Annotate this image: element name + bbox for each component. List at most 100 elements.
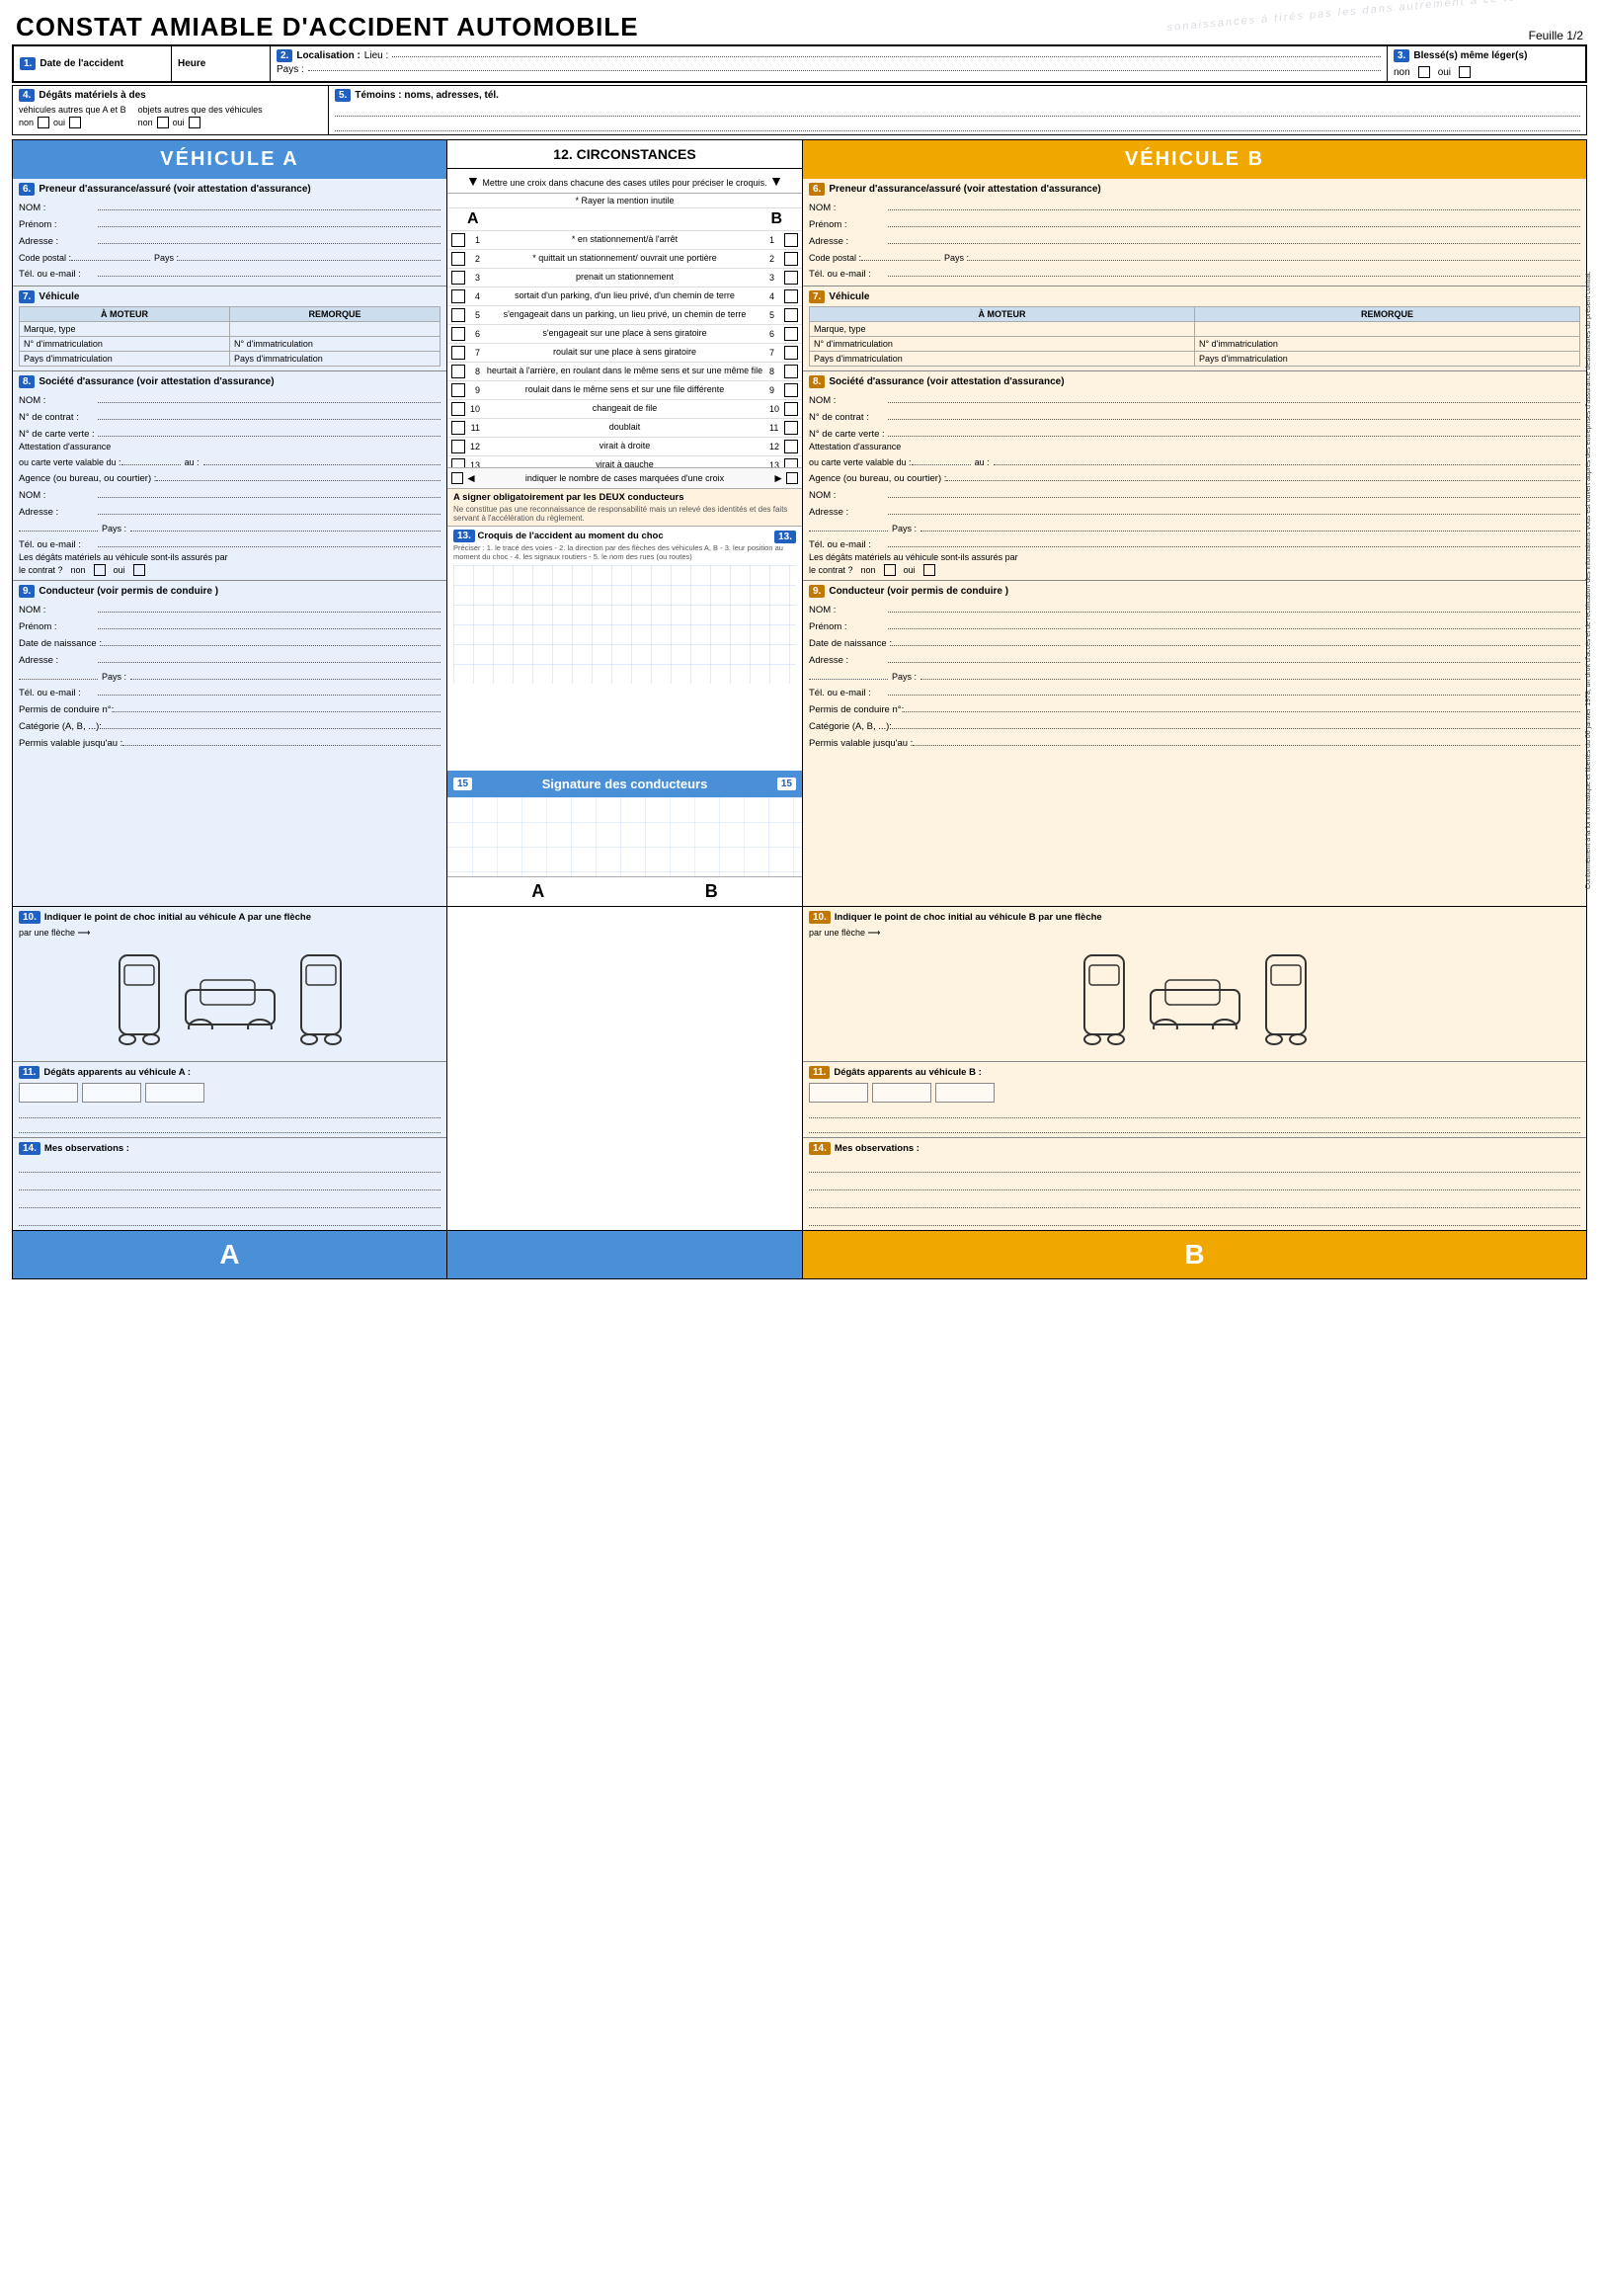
s8-pays-a-in[interactable] bbox=[130, 520, 440, 532]
s8-pays-b-in[interactable] bbox=[920, 520, 1580, 532]
au-a-in[interactable] bbox=[203, 453, 440, 465]
circ-cb-right-9[interactable] bbox=[784, 383, 798, 397]
s9-permis-a-in[interactable] bbox=[114, 700, 440, 712]
s9-pays-b-in[interactable] bbox=[920, 668, 1580, 680]
s8-nom-a-in[interactable] bbox=[98, 391, 440, 403]
degats-oui1-cb[interactable] bbox=[69, 117, 81, 128]
circ-cb-left-11[interactable] bbox=[451, 421, 465, 435]
lieu-value[interactable] bbox=[392, 56, 1381, 57]
total-cb-right[interactable] bbox=[786, 472, 798, 484]
agence-b-in[interactable] bbox=[946, 469, 1580, 481]
au-b-in[interactable] bbox=[994, 453, 1580, 465]
temoins-line1[interactable] bbox=[335, 105, 1580, 117]
pays-a2-input[interactable] bbox=[179, 249, 440, 261]
s9-pays-a-in[interactable] bbox=[130, 668, 440, 680]
circ-cb-right-7[interactable] bbox=[784, 346, 798, 360]
pays-b2-input[interactable] bbox=[969, 249, 1580, 261]
pays-immat-b[interactable]: Pays d'immatriculation bbox=[810, 352, 1195, 367]
agence-a-in[interactable] bbox=[156, 469, 440, 481]
pays-immat-a-r[interactable]: Pays d'immatriculation bbox=[230, 352, 440, 367]
circ-cb-left-1[interactable] bbox=[451, 233, 465, 247]
marque-a[interactable]: Marque, type bbox=[20, 322, 230, 337]
degats-b-box2[interactable] bbox=[872, 1083, 931, 1103]
degats-a-box1[interactable] bbox=[19, 1083, 78, 1103]
valable-du-b-in[interactable] bbox=[912, 453, 971, 465]
circ-cb-left-9[interactable] bbox=[451, 383, 465, 397]
prenom-b-input[interactable] bbox=[888, 215, 1580, 227]
s9-prenom-b-in[interactable] bbox=[888, 617, 1580, 629]
s8-tel-b-in[interactable] bbox=[888, 535, 1580, 547]
s8-nom2-a-in[interactable] bbox=[98, 486, 440, 498]
s8-adr-a-in[interactable] bbox=[98, 503, 440, 515]
s8-carte-b-in[interactable] bbox=[888, 425, 1580, 437]
s8-non-b-cb[interactable] bbox=[884, 564, 896, 576]
adresse-a-input[interactable] bbox=[98, 232, 440, 244]
circ-cb-left-2[interactable] bbox=[451, 252, 465, 266]
circ-cb-right-2[interactable] bbox=[784, 252, 798, 266]
blesse-oui-cb[interactable] bbox=[1459, 66, 1471, 78]
pays-value[interactable] bbox=[308, 70, 1381, 71]
degats-b-box3[interactable] bbox=[935, 1083, 995, 1103]
valable-du-a-in[interactable] bbox=[121, 453, 181, 465]
s9-tel-a-in[interactable] bbox=[98, 684, 440, 696]
obs-a-line1[interactable] bbox=[19, 1159, 440, 1173]
circ-cb-left-6[interactable] bbox=[451, 327, 465, 341]
circ-cb-right-8[interactable] bbox=[784, 365, 798, 378]
s9-nom-a-in[interactable] bbox=[98, 601, 440, 613]
tel-a-input[interactable] bbox=[98, 265, 440, 277]
s9-permis-b-in[interactable] bbox=[904, 700, 1580, 712]
s8-non-a-cb[interactable] bbox=[94, 564, 106, 576]
immat-a[interactable]: N° d'immatriculation bbox=[20, 337, 230, 352]
circ-cb-left-8[interactable] bbox=[451, 365, 465, 378]
s9-adr2-b-in[interactable] bbox=[809, 668, 888, 680]
circ-cb-left-12[interactable] bbox=[451, 440, 465, 453]
immat-b-r[interactable]: N° d'immatriculation bbox=[1195, 337, 1580, 352]
circ-cb-left-10[interactable] bbox=[451, 402, 465, 416]
signature-body[interactable] bbox=[447, 797, 802, 876]
croquis-grid[interactable] bbox=[453, 565, 796, 684]
cp-a-input[interactable] bbox=[71, 249, 150, 261]
s9-adr-b-in[interactable] bbox=[888, 651, 1580, 663]
degats-non2-cb[interactable] bbox=[157, 117, 169, 128]
immat-b[interactable]: N° d'immatriculation bbox=[810, 337, 1195, 352]
s8-adr2-a-in[interactable] bbox=[19, 520, 98, 532]
total-cb-left[interactable] bbox=[451, 472, 463, 484]
s9-prenom-a-in[interactable] bbox=[98, 617, 440, 629]
circ-cb-right-13[interactable] bbox=[784, 458, 798, 467]
adresse-b-input[interactable] bbox=[888, 232, 1580, 244]
obs-b-line2[interactable] bbox=[809, 1177, 1580, 1190]
circ-cb-left-7[interactable] bbox=[451, 346, 465, 360]
pays-immat-b-r[interactable]: Pays d'immatriculation bbox=[1195, 352, 1580, 367]
degats-a-box2[interactable] bbox=[82, 1083, 141, 1103]
s8-oui-b-cb[interactable] bbox=[923, 564, 935, 576]
circ-cb-right-5[interactable] bbox=[784, 308, 798, 322]
immat-a-r[interactable]: N° d'immatriculation bbox=[230, 337, 440, 352]
circ-cb-right-4[interactable] bbox=[784, 289, 798, 303]
nom-b-input[interactable] bbox=[888, 199, 1580, 210]
degats-b-box1[interactable] bbox=[809, 1083, 868, 1103]
s9-valid-b-in[interactable] bbox=[913, 734, 1580, 746]
obs-b-line1[interactable] bbox=[809, 1159, 1580, 1173]
circ-cb-right-6[interactable] bbox=[784, 327, 798, 341]
s9-adr-a-in[interactable] bbox=[98, 651, 440, 663]
marque-b[interactable]: Marque, type bbox=[810, 322, 1195, 337]
s8-nom-b-in[interactable] bbox=[888, 391, 1580, 403]
circ-cb-left-5[interactable] bbox=[451, 308, 465, 322]
temoins-line2[interactable] bbox=[335, 120, 1580, 131]
obs-a-line2[interactable] bbox=[19, 1177, 440, 1190]
nom-a-input[interactable] bbox=[98, 199, 440, 210]
obs-b-line3[interactable] bbox=[809, 1194, 1580, 1208]
obs-a-line3[interactable] bbox=[19, 1194, 440, 1208]
circ-cb-right-1[interactable] bbox=[784, 233, 798, 247]
s8-adr2-b-in[interactable] bbox=[809, 520, 888, 532]
obs-a-line4[interactable] bbox=[19, 1212, 440, 1226]
blesse-non-cb[interactable] bbox=[1418, 66, 1430, 78]
degats-oui2-cb[interactable] bbox=[189, 117, 200, 128]
s9-tel-b-in[interactable] bbox=[888, 684, 1580, 696]
circ-cb-right-12[interactable] bbox=[784, 440, 798, 453]
s9-dob-a-in[interactable] bbox=[102, 634, 440, 646]
s9-adr2-a-in[interactable] bbox=[19, 668, 98, 680]
s8-tel-a-in[interactable] bbox=[98, 535, 440, 547]
s9-cat-a-in[interactable] bbox=[102, 717, 440, 729]
degats-b-line2[interactable] bbox=[809, 1121, 1580, 1133]
